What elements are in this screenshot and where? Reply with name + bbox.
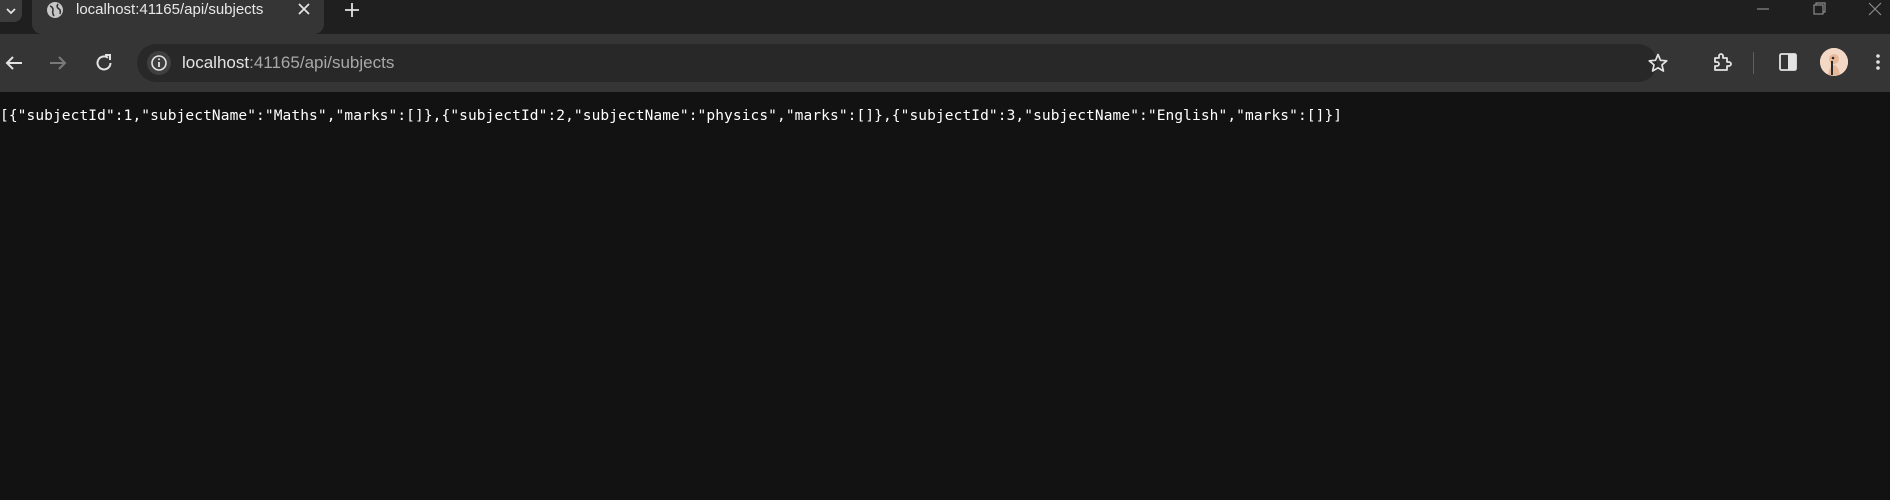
address-bar[interactable]: localhost:41165/api/subjects bbox=[137, 44, 1668, 82]
new-tab-icon[interactable] bbox=[342, 0, 362, 20]
browser-toolbar: localhost:41165/api/subjects bbox=[0, 34, 1890, 92]
tab-search-button[interactable] bbox=[0, 0, 22, 22]
page-content: [{"subjectId":1,"subjectName":"Maths","m… bbox=[0, 92, 1890, 500]
url-text[interactable]: localhost:41165/api/subjects bbox=[182, 53, 394, 73]
tab-strip: localhost:41165/api/subjects bbox=[0, 0, 1890, 34]
url-host: localhost bbox=[182, 53, 250, 72]
forward-icon[interactable] bbox=[46, 51, 70, 75]
minimize-icon[interactable] bbox=[1754, 0, 1772, 18]
info-icon bbox=[151, 55, 167, 71]
url-path: :41165/api/subjects bbox=[249, 53, 395, 72]
toolbar-divider bbox=[1753, 52, 1754, 74]
tab-title: localhost:41165/api/subjects bbox=[76, 1, 264, 18]
back-icon[interactable] bbox=[2, 51, 26, 75]
profile-avatar[interactable] bbox=[1820, 48, 1848, 76]
globe-icon bbox=[47, 2, 63, 18]
site-info-button[interactable] bbox=[147, 51, 171, 75]
json-response-text: [{"subjectId":1,"subjectName":"Maths","m… bbox=[0, 108, 1343, 124]
reload-icon[interactable] bbox=[92, 51, 116, 75]
more-menu-icon[interactable] bbox=[1866, 50, 1890, 74]
restore-icon[interactable] bbox=[1810, 0, 1828, 18]
close-icon[interactable] bbox=[296, 1, 312, 17]
avatar-image-icon bbox=[1820, 48, 1848, 76]
close-window-icon[interactable] bbox=[1866, 0, 1884, 18]
extensions-icon[interactable] bbox=[1710, 50, 1734, 74]
chevron-down-icon bbox=[6, 8, 16, 15]
tab-active[interactable]: localhost:41165/api/subjects bbox=[32, 0, 324, 34]
bookmark-star-icon[interactable] bbox=[1647, 52, 1669, 74]
side-panel-icon[interactable] bbox=[1776, 50, 1800, 74]
